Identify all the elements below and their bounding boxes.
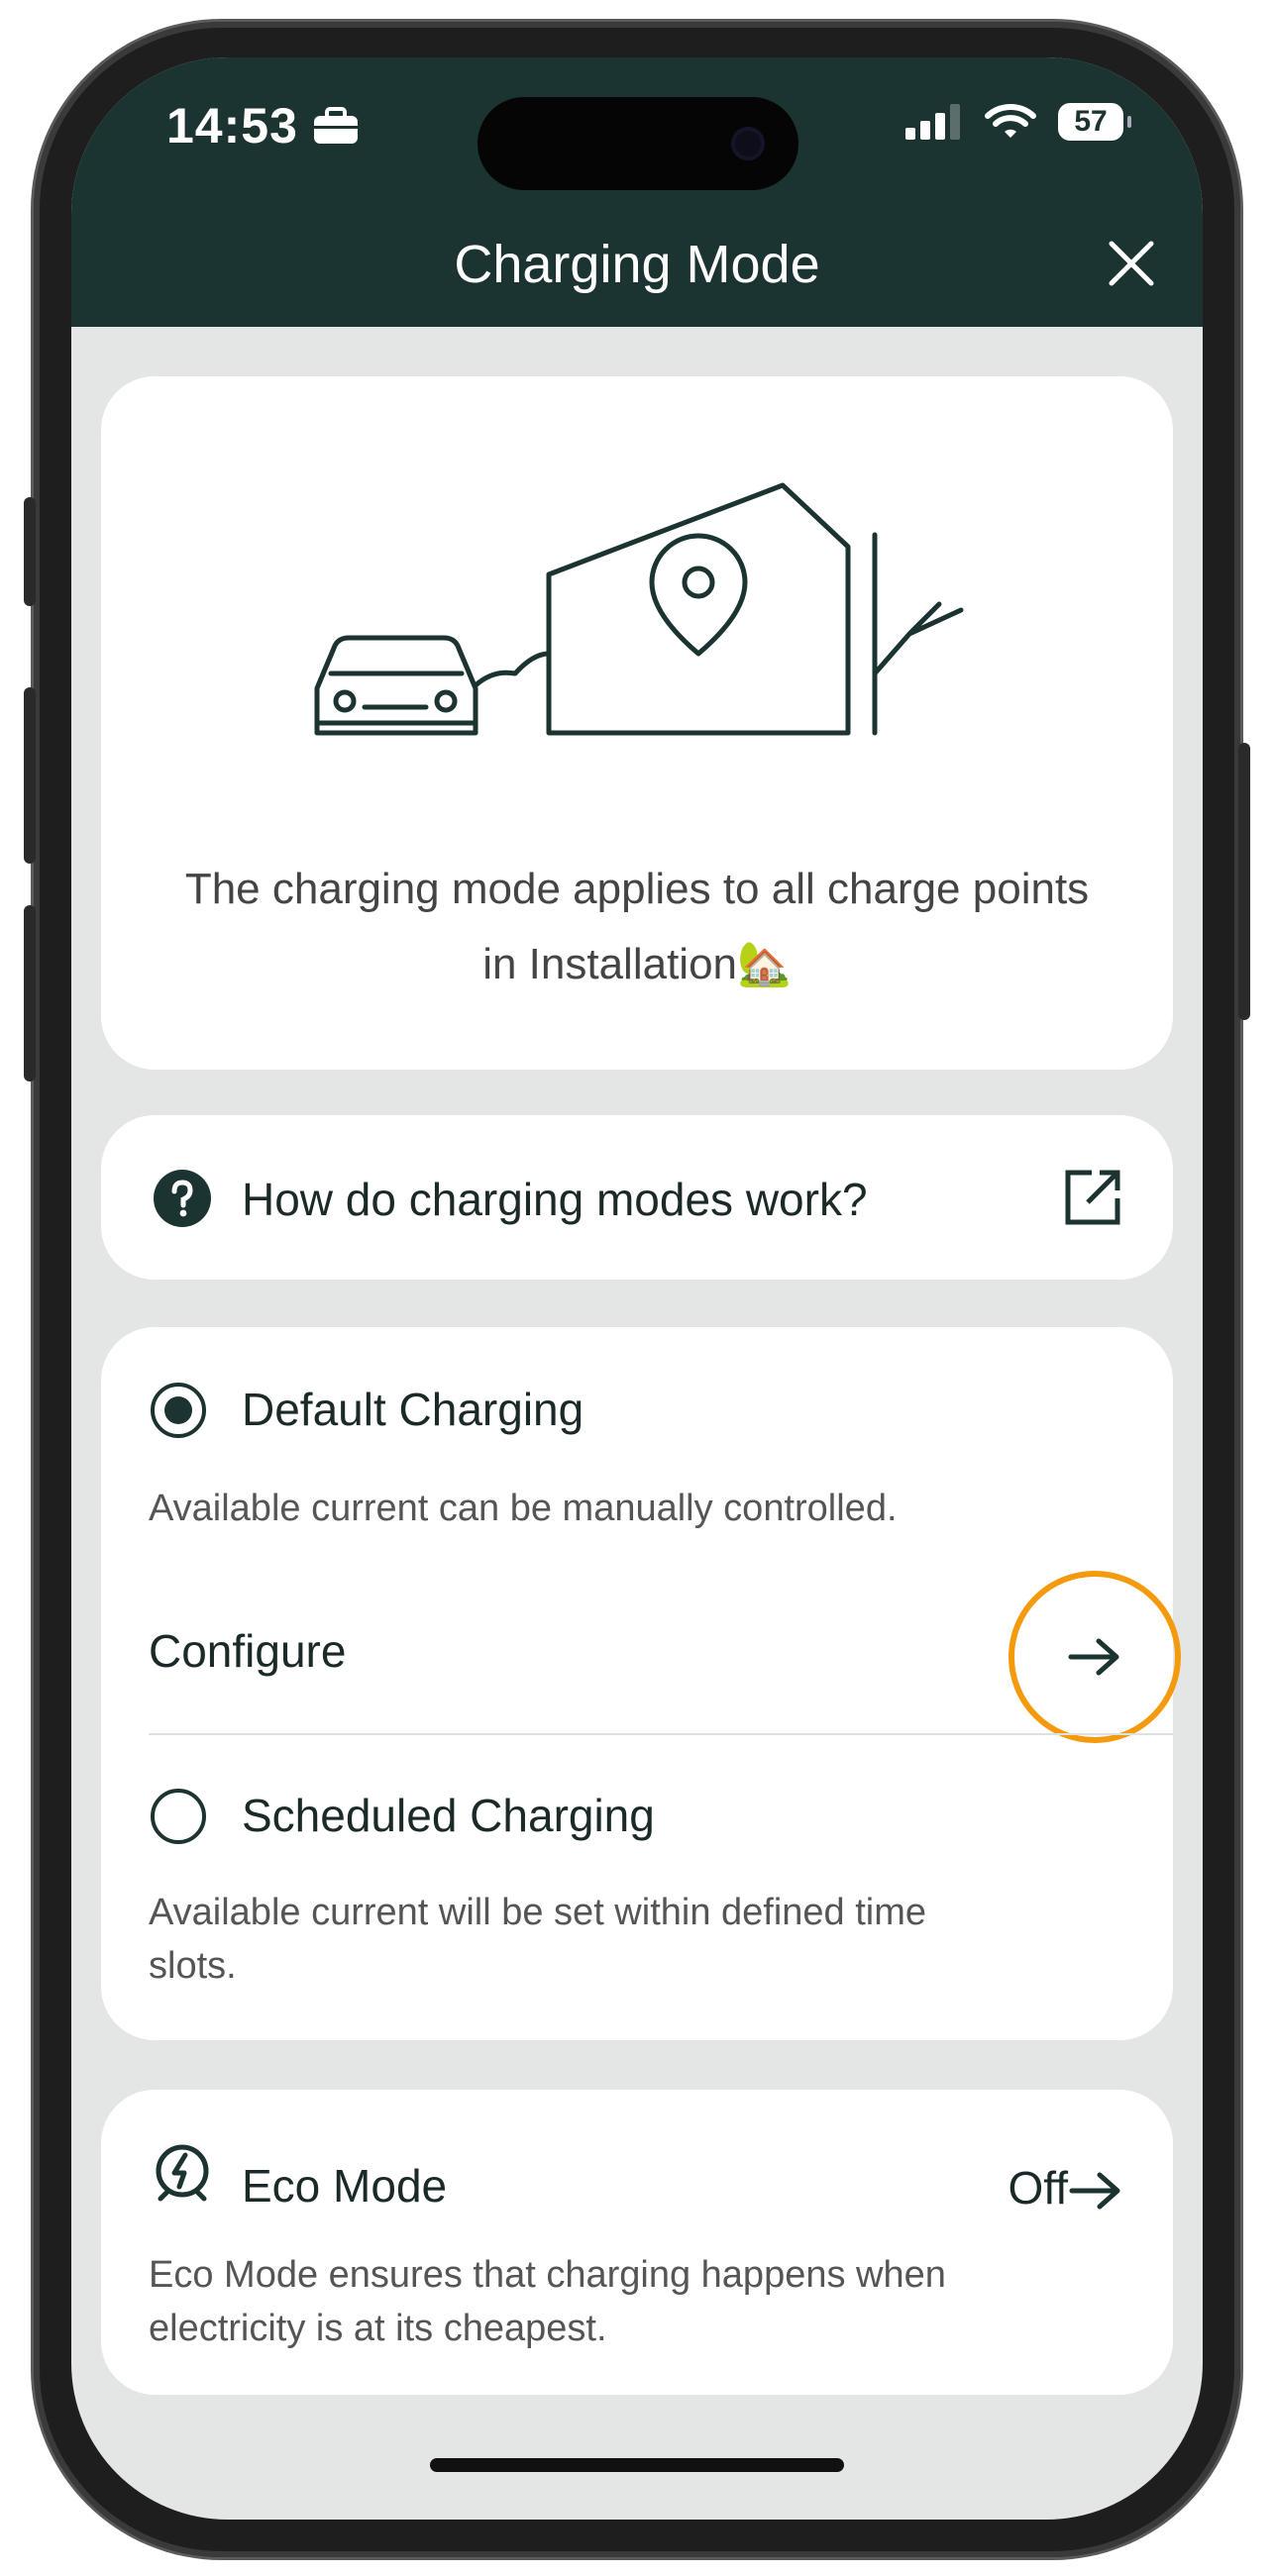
- app-header: 14:53 57 Charging Mode: [71, 57, 1203, 327]
- help-card[interactable]: How do charging modes work?: [101, 1115, 1173, 1280]
- default-charging-label[interactable]: Default Charging: [242, 1383, 584, 1436]
- wifi-icon: [985, 104, 1036, 138]
- arrow-right-icon[interactable]: [1068, 2171, 1123, 2211]
- house-car-illustration: [314, 482, 964, 736]
- configure-label[interactable]: Configure: [149, 1624, 346, 1678]
- scheduled-charging-description: Available current will be set within def…: [149, 1892, 927, 1987]
- power-button: [1238, 743, 1250, 1020]
- help-link-label: How do charging modes work?: [242, 1174, 868, 1225]
- dynamic-island: [478, 97, 798, 190]
- close-icon[interactable]: [1104, 236, 1159, 291]
- camera-icon: [731, 127, 765, 160]
- home-indicator[interactable]: [430, 2458, 844, 2472]
- page-title: Charging Mode: [454, 235, 820, 294]
- charging-modes-card: Default Charging Available current can b…: [101, 1327, 1181, 2040]
- eco-mode-label: Eco Mode: [242, 2160, 448, 2212]
- scheduled-charging-label[interactable]: Scheduled Charging: [242, 1789, 655, 1842]
- action-button: [24, 497, 36, 606]
- question-circle-icon: [154, 1170, 211, 1227]
- briefcase-icon: [313, 107, 358, 144]
- status-bar-right: 57: [905, 103, 1131, 141]
- scheduled-charging-radio[interactable]: [151, 1789, 206, 1844]
- volume-up-button: [24, 687, 36, 864]
- status-bar-left: 14:53: [166, 97, 360, 155]
- intro-card: The charging mode applies to all charge …: [101, 376, 1173, 1070]
- eco-mode-card[interactable]: Eco Mode Off Eco Mode ensures that charg…: [101, 2090, 1173, 2395]
- configure-highlight-ring: [1009, 1571, 1181, 1743]
- external-link-icon[interactable]: [1062, 1167, 1123, 1228]
- battery-indicator: 57: [1058, 103, 1131, 141]
- volume-down-button: [24, 905, 36, 1082]
- divider: [149, 1733, 1173, 1735]
- eco-mode-value: Off: [1008, 2162, 1068, 2214]
- default-charging-description: Available current can be manually contro…: [149, 1488, 898, 1529]
- default-charging-radio[interactable]: [151, 1383, 206, 1438]
- eco-clock-bolt-icon: [156, 2144, 209, 2202]
- app-screen: 14:53 57 Charging Mode The charging mode…: [71, 57, 1203, 2520]
- status-time: 14:53: [166, 98, 298, 154]
- cellular-signal-icon: [905, 104, 960, 140]
- intro-description: The charging mode applies to all charge …: [184, 865, 1090, 988]
- eco-mode-description: Eco Mode ensures that charging happens w…: [149, 2254, 946, 2349]
